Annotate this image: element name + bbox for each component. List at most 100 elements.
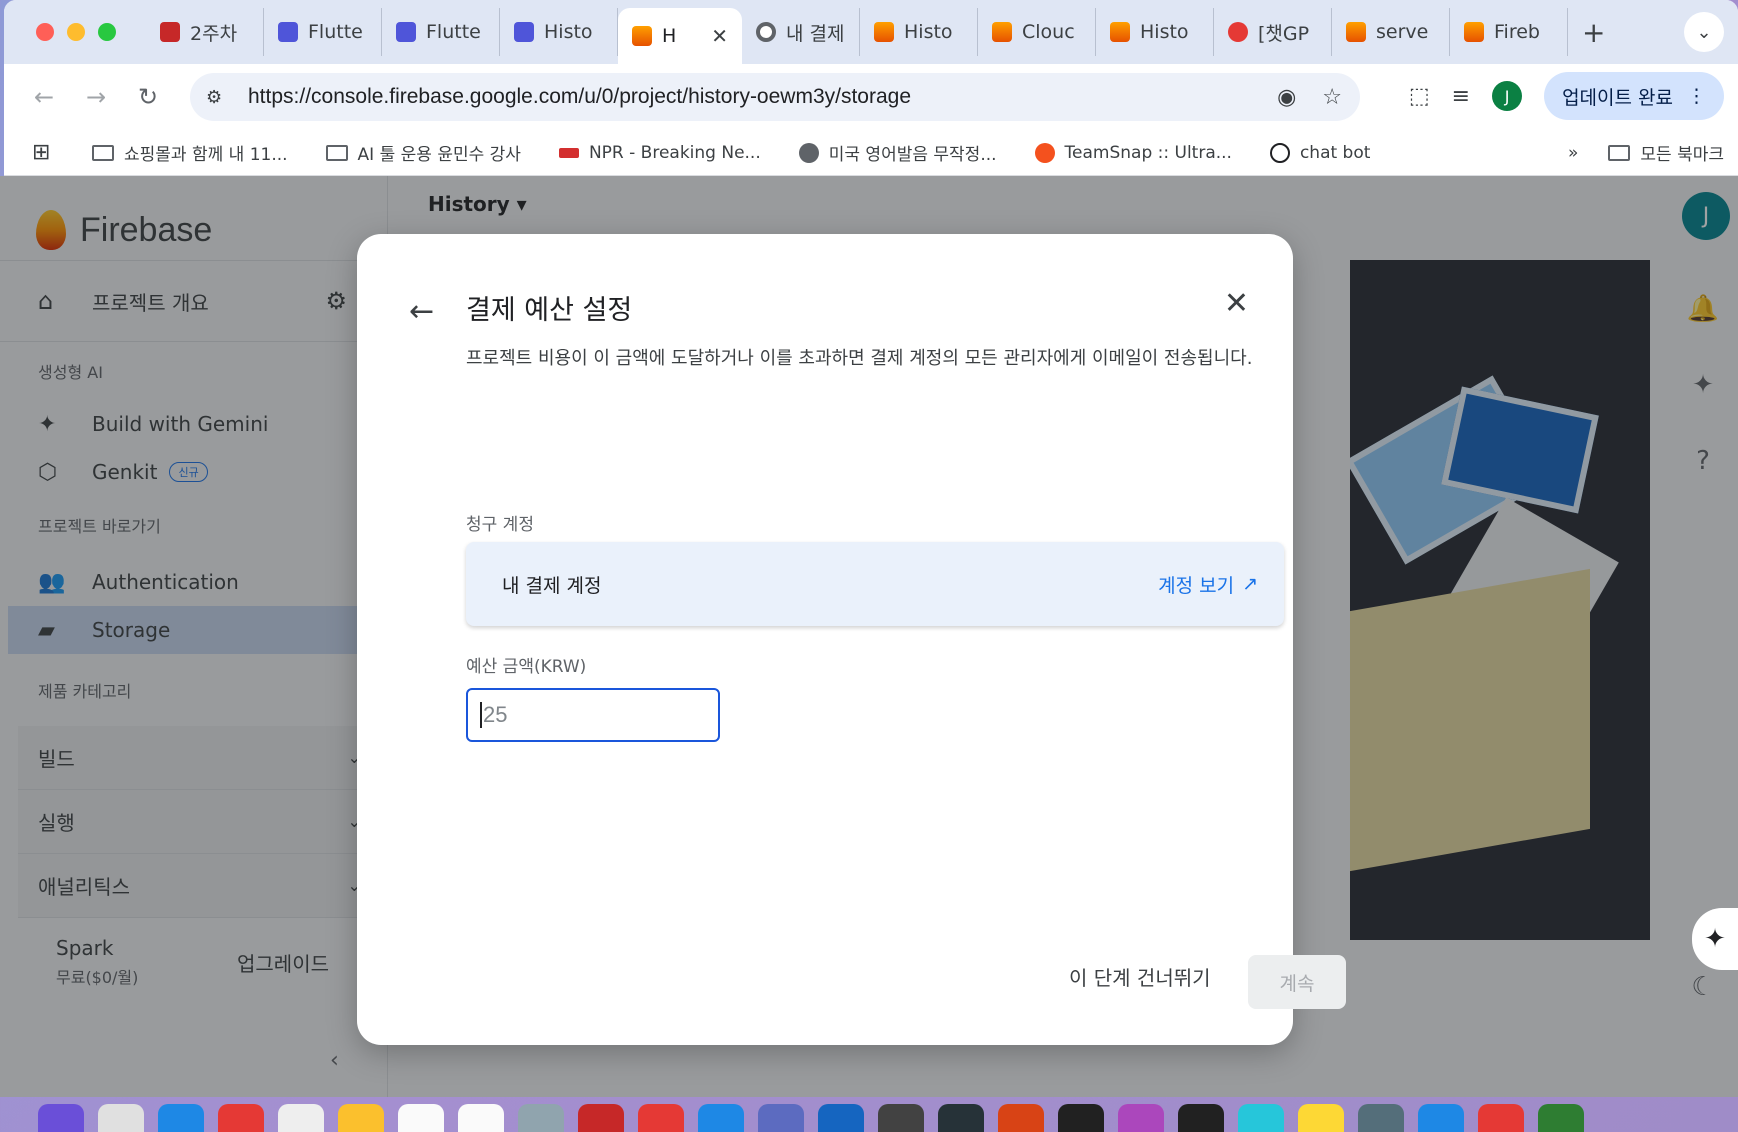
dock-app-icon[interactable] bbox=[218, 1104, 264, 1132]
new-tab-button[interactable]: + bbox=[1582, 16, 1605, 49]
firebase-icon bbox=[1346, 22, 1366, 42]
dock-app-icon[interactable] bbox=[998, 1104, 1044, 1132]
skip-step-button[interactable]: 이 단계 건너뛰기 bbox=[1069, 962, 1211, 991]
bookmark-label: 쇼핑몰과 함께 내 11... bbox=[124, 145, 288, 165]
tab-billing[interactable]: 내 결제 bbox=[742, 8, 860, 56]
dock-app-icon[interactable] bbox=[98, 1104, 144, 1132]
reload-button[interactable]: ↻ bbox=[128, 83, 168, 111]
toolbar-right: ⬚ ≡ J 업데이트 완료 ⋮ bbox=[1409, 72, 1724, 120]
view-account-link[interactable]: 계정 보기 ↗ bbox=[1158, 571, 1258, 598]
bookmark-item[interactable]: AI 툴 운용 윤민수 강사 bbox=[325, 140, 521, 165]
folder-icon bbox=[1608, 144, 1631, 161]
dock-app-icon[interactable] bbox=[158, 1104, 204, 1132]
firebase-icon bbox=[874, 22, 894, 42]
dock-app-icon[interactable] bbox=[278, 1104, 324, 1132]
address-bar[interactable]: ⚙ https://console.firebase.google.com/u/… bbox=[190, 73, 1360, 121]
dock-app-icon[interactable] bbox=[578, 1104, 624, 1132]
budget-amount-label: 예산 금액(KRW) bbox=[466, 657, 587, 677]
bookmark-item[interactable]: NPR - Breaking Ne... bbox=[558, 142, 761, 163]
dock-app-icon[interactable] bbox=[818, 1104, 864, 1132]
dialog-title: 결제 예산 설정 bbox=[466, 295, 633, 326]
budget-dialog: ← 결제 예산 설정 ✕ 프로젝트 비용이 이 금액에 도달하거나 이를 초과하… bbox=[357, 234, 1346, 1045]
bookmark-label: NPR - Breaking Ne... bbox=[588, 142, 761, 163]
sparkle-icon: ✦ bbox=[1704, 924, 1726, 954]
dock-app-icon[interactable] bbox=[698, 1104, 744, 1132]
site-settings-icon[interactable]: ⚙ bbox=[206, 87, 236, 108]
tab-search-button[interactable]: ⌄ bbox=[1684, 12, 1724, 52]
eye-off-icon[interactable]: ◉ bbox=[1277, 85, 1296, 110]
url-text[interactable]: https://console.firebase.google.com/u/0/… bbox=[248, 85, 911, 109]
dock-app-icon[interactable] bbox=[1418, 1104, 1464, 1132]
continue-button[interactable]: 계속 bbox=[1248, 955, 1346, 1009]
extensions-icon[interactable]: ⬚ bbox=[1409, 84, 1430, 109]
tab-history-flutterflow[interactable]: Histo bbox=[500, 8, 618, 56]
dock-app-icon[interactable] bbox=[1358, 1104, 1404, 1132]
billing-account-name: 내 결제 계정 bbox=[502, 574, 602, 597]
dock-app-icon[interactable] bbox=[938, 1104, 984, 1132]
media-control-icon[interactable]: ≡ bbox=[1452, 84, 1470, 109]
dock-app-icon[interactable] bbox=[1298, 1104, 1344, 1132]
dock-app-icon[interactable] bbox=[458, 1104, 504, 1132]
tab-cloud[interactable]: Clouc bbox=[978, 8, 1096, 56]
chevron-down-icon: ⌄ bbox=[1696, 21, 1712, 43]
tab-label: 2주차 bbox=[190, 22, 238, 45]
tab-label: Histo bbox=[544, 21, 593, 43]
dock-app-icon[interactable] bbox=[638, 1104, 684, 1132]
bookmark-item[interactable]: chat bot bbox=[1269, 142, 1371, 163]
star-icon[interactable]: ☆ bbox=[1322, 85, 1342, 110]
tab-2주차[interactable]: 2주차 bbox=[146, 8, 264, 56]
browser-toolbar: ← → ↻ ⚙ https://console.firebase.google.… bbox=[4, 64, 1738, 130]
dock-app-icon[interactable] bbox=[878, 1104, 924, 1132]
window-controls bbox=[36, 23, 116, 41]
minimize-window-button[interactable] bbox=[67, 23, 85, 41]
budget-amount-input[interactable]: 25 bbox=[466, 688, 720, 742]
update-button[interactable]: 업데이트 완료 ⋮ bbox=[1544, 72, 1724, 120]
tab-chatgpt[interactable]: [챗GP bbox=[1214, 8, 1332, 56]
bookmark-item[interactable]: 쇼핑몰과 함께 내 11... bbox=[92, 140, 288, 165]
tab-active-firebase[interactable]: H ✕ bbox=[618, 8, 742, 64]
book-icon bbox=[160, 22, 180, 42]
dock-app-icon[interactable] bbox=[1118, 1104, 1164, 1132]
dock-app-icon[interactable] bbox=[1538, 1104, 1584, 1132]
tab-label: 내 결제 bbox=[786, 22, 845, 45]
bookmark-item[interactable]: 미국 영어발음 무작정... bbox=[798, 140, 997, 165]
all-bookmarks-button[interactable]: 모든 북마크 bbox=[1608, 140, 1724, 165]
dock-app-icon[interactable] bbox=[398, 1104, 444, 1132]
dock-app-icon[interactable] bbox=[338, 1104, 384, 1132]
tab-label: Flutte bbox=[426, 21, 481, 43]
billing-account-label: 청구 계정 bbox=[466, 515, 534, 535]
dock-app-icon[interactable] bbox=[1058, 1104, 1104, 1132]
close-tab-icon[interactable]: ✕ bbox=[711, 24, 728, 48]
tab-firebase[interactable]: Fireb bbox=[1450, 8, 1568, 56]
dock-app-icon[interactable] bbox=[1478, 1104, 1524, 1132]
dialog-description: 프로젝트 비용이 이 금액에 도달하거나 이를 초과하면 결제 계정의 모든 관… bbox=[466, 348, 1253, 369]
bookmarks-bar: ⊞ 쇼핑몰과 함께 내 11... AI 툴 운용 윤민수 강사 NPR - B… bbox=[4, 130, 1738, 176]
bookmark-item[interactable]: TeamSnap :: Ultra... bbox=[1034, 142, 1232, 163]
tab-flutterflow-1[interactable]: Flutte bbox=[264, 8, 382, 56]
dock-app-icon[interactable] bbox=[38, 1104, 84, 1132]
tab-flutterflow-2[interactable]: Flutte bbox=[382, 8, 500, 56]
tab-history-firebase-1[interactable]: Histo bbox=[860, 8, 978, 56]
back-button[interactable]: ← bbox=[24, 83, 64, 111]
bookmark-label: 미국 영어발음 무작정... bbox=[828, 145, 997, 165]
dock-app-icon[interactable] bbox=[1178, 1104, 1224, 1132]
tab-history-firebase-2[interactable]: Histo bbox=[1096, 8, 1214, 56]
zoom-window-button[interactable] bbox=[98, 23, 116, 41]
profile-avatar[interactable]: J bbox=[1492, 81, 1523, 111]
forward-button[interactable]: → bbox=[76, 83, 116, 111]
gpt-icon bbox=[1228, 22, 1248, 42]
bookmark-label: AI 툴 운용 윤민수 강사 bbox=[357, 145, 521, 165]
tab-label: serve bbox=[1376, 21, 1429, 43]
firebase-icon bbox=[992, 22, 1012, 42]
close-window-button[interactable] bbox=[36, 23, 54, 41]
apps-grid-icon[interactable]: ⊞ bbox=[32, 140, 62, 165]
dock-app-icon[interactable] bbox=[758, 1104, 804, 1132]
dock-app-icon[interactable] bbox=[518, 1104, 564, 1132]
back-arrow-icon[interactable]: ← bbox=[409, 294, 434, 329]
more-bookmarks-button[interactable]: » bbox=[1568, 143, 1578, 163]
firebase-icon bbox=[632, 26, 652, 46]
close-icon[interactable]: ✕ bbox=[1224, 286, 1249, 321]
tab-server[interactable]: serve bbox=[1332, 8, 1450, 56]
bookmark-label: chat bot bbox=[1299, 142, 1371, 163]
dock-app-icon[interactable] bbox=[1238, 1104, 1284, 1132]
